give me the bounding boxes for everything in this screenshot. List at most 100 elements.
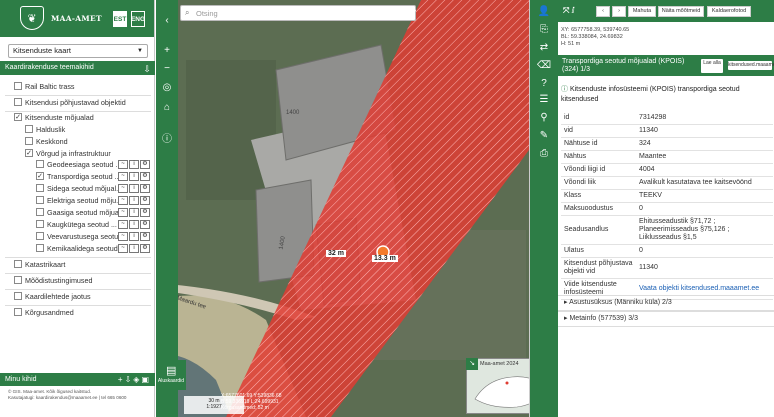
layer-side[interactable]: Sidega seotud mõjual... ~ i ⚙ [36,183,154,195]
oblique-photos-button[interactable]: Kaldaerofotod [707,6,751,17]
gear-icon[interactable]: ⚙ [140,232,150,241]
layer-kaugkute[interactable]: Kaugkütega seotud ... ~ i ⚙ [36,219,154,231]
compass-icon[interactable]: ⌂ [159,100,175,115]
accordion-metainfo[interactable]: ▸ Metainfo (577539) 3/3 [558,311,774,327]
legend-icon[interactable]: ~ [118,160,128,169]
legend-icon[interactable]: ~ [118,244,128,253]
eraser-icon[interactable]: ⌫ [536,58,552,73]
layer-veevarustus[interactable]: Veevarustusega seotu... ~ i ⚙ [36,231,154,243]
checkbox[interactable] [14,98,22,107]
info-icon[interactable]: i [129,172,139,181]
location-pin-icon[interactable]: ⚲ [536,110,552,125]
layer-kemikaalid[interactable]: Kemikaalidega seotud... ~ i ⚙ [36,243,154,255]
info-icon[interactable]: i [129,220,139,229]
checkbox[interactable] [36,160,44,169]
checkbox[interactable]: ✓ [25,149,33,158]
swap-icon[interactable]: ⇄ [536,40,552,55]
info-icon[interactable]: i [129,232,139,241]
layer-moodistustingimused[interactable]: Mõõdistustingimused [14,275,93,287]
share-icon[interactable]: ⎘ [536,22,552,37]
legend-icon[interactable]: ~ [118,172,128,181]
download-icon[interactable]: ⇩ [143,62,151,76]
prev-button[interactable]: ‹ [596,6,610,17]
layer-korgusandmed[interactable]: Kõrgusandmed [14,307,74,319]
info-icon[interactable]: i [129,208,139,217]
gear-icon[interactable]: ⚙ [140,208,150,217]
show-measures-button[interactable]: Näita mõõtmeid [658,6,704,17]
gear-icon[interactable]: ⚙ [140,196,150,205]
checkbox[interactable] [36,232,44,241]
layer-halduslik[interactable]: Halduslik [25,124,65,136]
zoom-in-button[interactable]: + [159,43,175,58]
info-icon[interactable]: ⓘ [159,132,175,147]
basemap-button[interactable]: ▤ Aluskaardid [156,360,186,390]
accordion-asustusyksus[interactable]: ▸ Asustusüksus (Männiku küla) 2/3 [558,295,774,311]
checkbox[interactable] [36,196,44,205]
measure-tools-icon[interactable]: ⤧ ⅈ [563,6,574,16]
checkbox[interactable]: ✓ [36,172,44,181]
layer-kitsendusi-objektid[interactable]: Kitsendusi põhjustavad objektid [14,97,126,109]
info-icon[interactable]: i [129,160,139,169]
legend-icon[interactable]: ~ [118,232,128,241]
kitsendused-link-button[interactable]: kitsendused.maaamet.ee [728,61,774,70]
checkbox[interactable]: ✓ [14,113,22,122]
folder-icon[interactable]: ▣ [141,375,151,384]
checkbox[interactable] [14,292,22,301]
gear-icon[interactable]: ⚙ [140,160,150,169]
info-icon[interactable]: i [129,244,139,253]
user-icon[interactable]: 👤 [536,4,552,19]
checkbox[interactable] [36,208,44,217]
my-layers-header[interactable]: Minu kihid +⇩◈▣ [0,373,155,386]
gear-icon[interactable]: ⚙ [140,220,150,229]
help-icon[interactable]: ? [536,76,552,91]
layer-rail-baltic[interactable]: Rail Baltic trass [14,81,75,93]
legend-icon[interactable]: ~ [118,208,128,217]
layer-kitsenduste-mojualad[interactable]: ✓ Kitsenduste mõjualad [14,112,94,124]
help-icon[interactable]: ? [396,5,407,21]
chevron-down-icon[interactable]: ▾ [408,5,419,21]
next-button[interactable]: › [612,6,626,17]
checkbox[interactable] [14,82,22,91]
layer-kaardilehtede-jaotus[interactable]: Kaardilehtede jaotus [14,291,91,303]
info-icon[interactable]: i [129,184,139,193]
legend-icon[interactable]: ~ [118,196,128,205]
lang-est-button[interactable]: EST [113,11,127,27]
print-icon[interactable]: ⎙ [536,146,552,161]
add-icon[interactable]: + [118,375,125,384]
mahuta-button[interactable]: Mahuta [628,6,656,17]
download-button[interactable]: Lae alla [701,59,723,73]
checkbox[interactable] [25,125,33,134]
gear-icon[interactable]: ⚙ [140,244,150,253]
layer-katastrikaart[interactable]: Katastrikaart [14,259,65,271]
collapse-left-icon[interactable]: ‹ [159,13,175,28]
layer-elekter[interactable]: Elektriga seotud mõju... ~ i ⚙ [36,195,154,207]
checkbox[interactable] [36,184,44,193]
lang-eng-button[interactable]: ENG [131,11,145,27]
legend-icon[interactable]: ~ [118,184,128,193]
map-select[interactable]: Kitsenduste kaart ▼ [8,44,148,58]
gear-icon[interactable]: ⚙ [140,172,150,181]
map-area[interactable]: 1400 1400 Maardu tee 32 m 13.3 m ‹ + − ◎… [156,0,529,417]
checkbox[interactable] [14,260,22,269]
zoom-out-button[interactable]: − [159,61,175,76]
layer-gaas[interactable]: Gaasiga seotud mõjua... ~ i ⚙ [36,207,154,219]
checkbox[interactable] [25,137,33,146]
checkbox[interactable] [14,308,22,317]
checkbox[interactable] [36,244,44,253]
layer-geodeesia[interactable]: Geodeesiaga seotud ... ~ i ⚙ [36,159,154,171]
download-icon[interactable]: ⇩ [125,375,134,384]
search-input[interactable]: Otsing [196,9,218,18]
layer-keskkond[interactable]: Keskkond [25,136,68,148]
search-box[interactable]: ⌕ Otsing [180,5,416,21]
kitsendused-link[interactable]: Vaata objekti kitsendused.maaamet.ee [639,285,759,292]
draw-icon[interactable]: ✎ [536,128,552,143]
legend-icon[interactable]: ~ [118,220,128,229]
overview-toggle-icon[interactable]: ↘ [466,358,478,370]
layer-transport[interactable]: ✓ Transpordiga seotud ... ~ i ⚙ [36,171,154,183]
info-icon[interactable]: i [129,196,139,205]
checkbox[interactable] [14,276,22,285]
gear-icon[interactable]: ⚙ [140,184,150,193]
locate-icon[interactable]: ◎ [159,80,175,95]
checkbox[interactable] [36,220,44,229]
list-icon[interactable]: ☰ [536,92,552,107]
